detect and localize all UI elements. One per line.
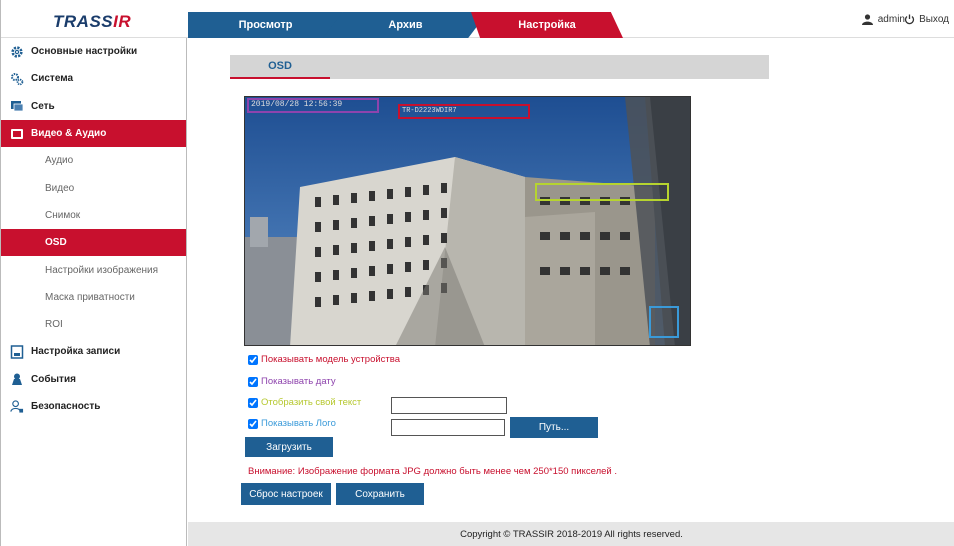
tab-osd[interactable]: OSD xyxy=(230,55,330,79)
custom-text-input[interactable] xyxy=(391,397,507,414)
sidebar: Основные настройки Система Сеть Видео & … xyxy=(1,38,187,546)
camera-image xyxy=(245,97,690,345)
osd-model-overlay[interactable]: TR-D2223WDIR7 xyxy=(398,104,530,119)
sidebar-item-label: Основные настройки xyxy=(31,46,138,58)
storage-icon xyxy=(10,345,24,359)
show-logo-checkbox[interactable] xyxy=(248,418,258,429)
main-content: OSD 2019/08/28 12:56:39 TR-D2223WDIR7 По… xyxy=(188,38,954,522)
sidebar-item-basic-settings[interactable]: Основные настройки xyxy=(1,38,186,65)
sidebar-item-label: Безопасность xyxy=(31,401,101,412)
user-icon xyxy=(861,14,873,25)
sidebar-subitem-snapshot[interactable]: Снимок xyxy=(1,202,186,229)
user-menu[interactable]: admin xyxy=(861,14,905,25)
video-icon xyxy=(10,127,24,141)
logo-path-input[interactable] xyxy=(391,419,505,436)
top-bar: TRASSIR Просмотр Архив Настройка admin В… xyxy=(1,0,954,38)
show-text-option[interactable]: Отобразить свой текст xyxy=(248,397,361,408)
sidebar-subitem-osd[interactable]: OSD xyxy=(1,229,186,257)
sidebar-item-label: Видео & Аудио xyxy=(31,128,107,140)
gears-icon xyxy=(10,72,24,86)
logout-label: Выход xyxy=(919,14,949,25)
show-model-option[interactable]: Показывать модель устройства xyxy=(248,354,400,365)
tab-settings[interactable]: Настройка xyxy=(471,12,623,38)
network-icon xyxy=(10,99,24,113)
power-icon xyxy=(904,14,915,25)
sidebar-item-system[interactable]: Система xyxy=(1,65,186,92)
sidebar-item-recording[interactable]: Настройка записи xyxy=(1,338,186,365)
show-date-label: Показывать дату xyxy=(261,376,336,387)
sidebar-item-label: Сеть xyxy=(31,100,55,112)
app-window: TRASSIR Просмотр Архив Настройка admin В… xyxy=(0,0,954,546)
browse-path-button[interactable]: Путь... xyxy=(510,417,598,438)
show-date-checkbox[interactable] xyxy=(248,376,258,387)
trassir-logo: TRASSIR xyxy=(53,12,132,31)
show-date-option[interactable]: Показывать дату xyxy=(248,376,336,387)
show-logo-label: Показывать Лого xyxy=(261,418,336,429)
tab-archive[interactable]: Архив xyxy=(323,12,488,38)
osd-model-text: TR-D2223WDIR7 xyxy=(402,107,457,115)
osd-date-text: 2019/08/28 12:56:39 xyxy=(251,100,343,109)
sidebar-subitem-privacy-mask[interactable]: Маска приватности xyxy=(1,284,186,311)
logout-button[interactable]: Выход xyxy=(904,14,949,25)
logo-size-warning: Внимание: Изображение формата JPG должно… xyxy=(248,466,618,477)
sidebar-item-label: Система xyxy=(31,73,74,85)
user-name: admin xyxy=(877,14,905,25)
save-button[interactable]: Сохранить xyxy=(336,483,424,505)
sidebar-item-label: События xyxy=(31,373,76,385)
sidebar-subitem-video[interactable]: Видео xyxy=(1,174,186,201)
sidebar-subitem-image-settings[interactable]: Настройки изображения xyxy=(1,256,186,283)
show-model-checkbox[interactable] xyxy=(248,354,258,365)
tab-view[interactable]: Просмотр xyxy=(188,12,343,38)
event-icon xyxy=(10,372,24,386)
show-model-label: Показывать модель устройства xyxy=(261,354,400,365)
copyright-text: Copyright © TRASSIR 2018-2019 All rights… xyxy=(460,528,683,540)
osd-logo-overlay[interactable] xyxy=(649,306,679,338)
sidebar-item-network[interactable]: Сеть xyxy=(1,93,186,120)
sidebar-item-video-audio[interactable]: Видео & Аудио xyxy=(1,119,186,148)
reset-button[interactable]: Сброс настроек xyxy=(241,483,331,505)
sidebar-item-label: Настройка записи xyxy=(31,346,121,358)
show-text-checkbox[interactable] xyxy=(248,397,258,408)
footer: Copyright © TRASSIR 2018-2019 All rights… xyxy=(188,522,954,546)
sidebar-subitem-audio[interactable]: Аудио xyxy=(1,147,186,174)
show-text-label: Отобразить свой текст xyxy=(261,397,362,408)
show-logo-option[interactable]: Показывать Лого xyxy=(248,418,336,429)
sidebar-item-events[interactable]: События xyxy=(1,366,186,393)
sidebar-subitem-roi[interactable]: ROI xyxy=(1,311,186,338)
upload-button[interactable]: Загрузить xyxy=(245,437,333,457)
camera-preview: 2019/08/28 12:56:39 TR-D2223WDIR7 xyxy=(244,96,691,346)
osd-custom-text-overlay[interactable] xyxy=(535,183,669,201)
osd-tab-bar: OSD xyxy=(230,55,769,79)
osd-date-overlay[interactable]: 2019/08/28 12:56:39 xyxy=(247,98,379,113)
sidebar-item-security[interactable]: Безопасность xyxy=(1,393,186,420)
user-lock-icon xyxy=(10,400,24,414)
gear-icon xyxy=(10,45,24,59)
